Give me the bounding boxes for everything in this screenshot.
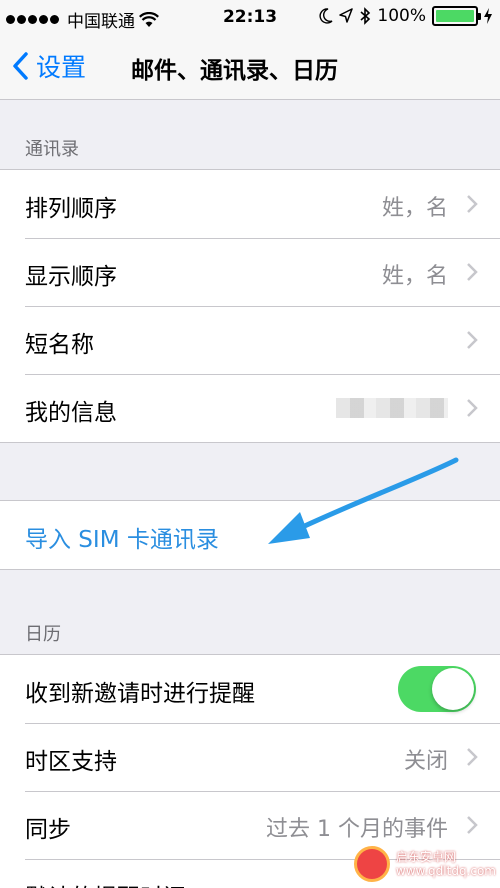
sort-order-row[interactable]: 排列顺序 姓，名	[0, 170, 500, 238]
import-sim-row[interactable]: 导入 SIM 卡通讯录	[0, 501, 500, 569]
chevron-right-icon	[467, 399, 478, 417]
sync-value: 过去 1 个月的事件	[266, 817, 448, 842]
watermark-line1: 启东安卓网	[395, 850, 456, 864]
new-invitation-alerts-row: 收到新邀请时进行提醒	[0, 655, 500, 723]
time-zone-support-label: 时区支持	[25, 749, 117, 775]
battery-fill	[436, 10, 474, 22]
short-name-label: 短名称	[25, 332, 94, 358]
page-title: 邮件、通讯录、日历	[131, 58, 338, 84]
watermark-logo-icon	[353, 846, 390, 882]
my-info-blurred-value	[336, 398, 448, 418]
import-sim-group: 导入 SIM 卡通讯录	[0, 500, 500, 570]
default-alert-times-label: 默认的提醒时间	[25, 878, 186, 888]
time-zone-support-value: 关闭	[403, 749, 448, 774]
status-right: 100%	[319, 6, 492, 26]
sort-order-value: 姓，名	[381, 196, 448, 221]
watermark-line2: www.qdltdq.com	[395, 864, 496, 878]
my-info-row[interactable]: 我的信息	[0, 374, 500, 442]
sort-order-label: 排列顺序	[25, 196, 117, 222]
back-button[interactable]: 设置	[12, 48, 86, 84]
charging-icon	[484, 8, 492, 24]
toggle-knob	[432, 668, 474, 710]
contacts-group: 排列顺序 姓，名 显示顺序 姓，名 短名称 我的信息	[0, 169, 500, 443]
my-info-label: 我的信息	[25, 400, 117, 426]
time-zone-support-row[interactable]: 时区支持 关闭	[0, 723, 500, 791]
status-bar: 中国联通 22:13 100%	[0, 0, 500, 34]
sync-label: 同步	[25, 817, 71, 843]
watermark-text: 启东安卓网 www.qdltdq.com	[396, 850, 496, 878]
watermark: 启东安卓网 www.qdltdq.com	[353, 846, 496, 882]
battery-icon	[432, 6, 481, 26]
chevron-right-icon	[467, 816, 478, 834]
chevron-right-icon	[467, 748, 478, 766]
new-invitation-alerts-toggle[interactable]	[398, 666, 476, 712]
navigation-bar: 设置 邮件、通讯录、日历	[0, 34, 500, 100]
display-order-row[interactable]: 显示顺序 姓，名	[0, 238, 500, 306]
chevron-left-icon	[13, 52, 28, 80]
display-order-value: 姓，名	[381, 264, 448, 289]
display-order-label: 显示顺序	[25, 264, 117, 290]
location-icon	[339, 8, 354, 23]
new-invitation-alerts-label: 收到新邀请时进行提醒	[25, 681, 255, 707]
moon-icon	[319, 8, 333, 24]
chevron-right-icon	[467, 195, 478, 213]
chevron-right-icon	[467, 331, 478, 349]
contacts-section-header: 通讯录	[25, 139, 79, 160]
chevron-right-icon	[467, 263, 478, 281]
back-label: 设置	[36, 53, 87, 82]
calendar-section-header: 日历	[25, 624, 61, 645]
import-sim-contacts-link[interactable]: 导入 SIM 卡通讯录	[25, 520, 219, 554]
bluetooth-icon	[360, 7, 371, 25]
battery-percent: 100%	[377, 6, 426, 26]
short-name-row[interactable]: 短名称	[0, 306, 500, 374]
